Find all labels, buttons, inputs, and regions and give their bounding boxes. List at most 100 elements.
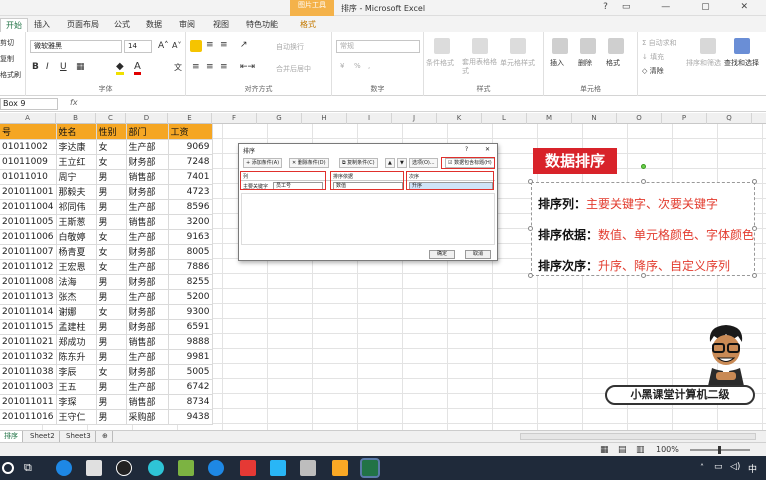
table-cell[interactable]: 01011002 bbox=[0, 139, 57, 155]
table-cell[interactable]: 女 bbox=[96, 304, 127, 320]
table-cell[interactable]: 5005 bbox=[168, 364, 213, 380]
annotation-textbox[interactable]: 排序列：主要关键字、次要关键字 排序依据：数值、单元格颜色、字体颜色 排序次序：… bbox=[531, 182, 755, 276]
search-icon[interactable] bbox=[2, 462, 14, 474]
table-cell[interactable]: 201011007 bbox=[0, 244, 57, 260]
network-app-icon[interactable] bbox=[148, 460, 164, 476]
cancel-button[interactable]: 取消 bbox=[465, 250, 491, 259]
table-cell[interactable]: 王五 bbox=[56, 379, 97, 395]
table-cell[interactable]: 7401 bbox=[168, 169, 213, 185]
table-cell[interactable]: 生产部 bbox=[126, 349, 169, 365]
table-cell[interactable]: 女 bbox=[96, 364, 127, 380]
table-cell[interactable]: 男 bbox=[96, 184, 127, 200]
phonetic-icon[interactable]: 文 bbox=[174, 62, 182, 73]
edge-browser-icon[interactable] bbox=[56, 460, 72, 476]
volume-icon[interactable]: ◁) bbox=[730, 462, 740, 472]
tab-format[interactable]: 格式 bbox=[295, 18, 321, 31]
table-cell[interactable]: 201011016 bbox=[0, 409, 57, 425]
col-header[interactable]: O bbox=[617, 113, 662, 124]
col-header[interactable]: A bbox=[0, 113, 56, 124]
table-cell[interactable]: 男 bbox=[96, 214, 127, 230]
table-cell[interactable]: 财务部 bbox=[126, 154, 169, 170]
table-cell[interactable]: 财务部 bbox=[126, 244, 169, 260]
table-cell[interactable]: 王斯葱 bbox=[56, 214, 97, 230]
align-center-icon[interactable]: ≡ bbox=[206, 62, 214, 72]
col-header[interactable]: C bbox=[96, 113, 126, 124]
table-cell[interactable]: 女 bbox=[96, 259, 127, 275]
table-cell[interactable]: 财务部 bbox=[126, 184, 169, 200]
header-cell[interactable]: 部门 bbox=[126, 124, 169, 140]
table-cell[interactable]: 那毅夫 bbox=[56, 184, 97, 200]
table-cell[interactable]: 财务部 bbox=[126, 319, 169, 335]
table-cell[interactable]: 生产部 bbox=[126, 379, 169, 395]
table-cell[interactable]: 男 bbox=[96, 349, 127, 365]
sheet-tab[interactable]: Sheet2 bbox=[26, 431, 60, 442]
resize-handle[interactable] bbox=[641, 273, 646, 278]
table-cell[interactable]: 生产部 bbox=[126, 259, 169, 275]
find-select-button[interactable]: 查找和选择 bbox=[724, 58, 759, 68]
table-cell[interactable]: 女 bbox=[96, 229, 127, 245]
table-cell[interactable]: 陈东升 bbox=[56, 349, 97, 365]
table-cell[interactable]: 男 bbox=[96, 169, 127, 185]
table-cell[interactable]: 201011012 bbox=[0, 259, 57, 275]
align-top-icon[interactable] bbox=[190, 40, 202, 52]
table-cell[interactable]: 生产部 bbox=[126, 289, 169, 305]
table-cell[interactable]: 法海 bbox=[56, 274, 97, 290]
col-header[interactable]: I bbox=[347, 113, 392, 124]
col-header[interactable]: M bbox=[527, 113, 572, 124]
table-cell[interactable]: 01011009 bbox=[0, 154, 57, 170]
col-header[interactable]: L bbox=[482, 113, 527, 124]
table-cell[interactable]: 9438 bbox=[168, 409, 213, 425]
col-header[interactable]: D bbox=[126, 113, 168, 124]
clear-button[interactable]: ◇ 清除 bbox=[642, 66, 664, 76]
table-cell[interactable]: 5200 bbox=[168, 289, 213, 305]
table-cell[interactable]: 201011008 bbox=[0, 274, 57, 290]
font-name-combo[interactable]: 微软雅黑 bbox=[30, 40, 122, 53]
percent-button[interactable]: % bbox=[354, 62, 361, 70]
table-cell[interactable]: 6742 bbox=[168, 379, 213, 395]
col-header[interactable]: K bbox=[437, 113, 482, 124]
fx-icon[interactable]: fx bbox=[70, 98, 78, 107]
conditional-format-button[interactable]: 条件格式 bbox=[426, 58, 454, 68]
comma-button[interactable]: , bbox=[368, 62, 370, 70]
resize-handle[interactable] bbox=[528, 179, 533, 184]
tray-expand-icon[interactable]: ˄ bbox=[700, 463, 704, 472]
table-cell[interactable]: 6591 bbox=[168, 319, 213, 335]
window-controls[interactable]: ?▭ — ▢ ✕ bbox=[603, 2, 762, 12]
table-cell[interactable]: 201011038 bbox=[0, 364, 57, 380]
table-cell[interactable]: 9888 bbox=[168, 334, 213, 350]
col-header[interactable]: H bbox=[302, 113, 347, 124]
table-cell[interactable]: 男 bbox=[96, 394, 127, 410]
table-cell[interactable]: 男 bbox=[96, 334, 127, 350]
table-cell[interactable]: 201011014 bbox=[0, 304, 57, 320]
table-cell[interactable]: 201011013 bbox=[0, 289, 57, 305]
resize-handle[interactable] bbox=[528, 226, 533, 231]
table-cell[interactable]: 杨青夏 bbox=[56, 244, 97, 260]
border-icon[interactable]: ▦ bbox=[76, 62, 85, 72]
col-header[interactable]: J bbox=[392, 113, 437, 124]
grow-font-icon[interactable]: A˄ bbox=[158, 41, 169, 51]
insert-cells-button[interactable]: 插入 bbox=[550, 58, 564, 68]
header-cell[interactable]: 号 bbox=[0, 124, 57, 140]
table-cell[interactable]: 男 bbox=[96, 274, 127, 290]
zoom-slider-thumb[interactable] bbox=[718, 446, 721, 454]
table-cell[interactable]: 李琛 bbox=[56, 394, 97, 410]
zoom-level[interactable]: 100% bbox=[656, 445, 679, 454]
tab-features[interactable]: 特色功能 bbox=[241, 18, 283, 31]
col-header[interactable]: P bbox=[662, 113, 707, 124]
video-app-icon[interactable] bbox=[332, 460, 348, 476]
align-left-icon[interactable]: ≡ bbox=[192, 62, 200, 72]
underline-button[interactable]: U bbox=[60, 62, 67, 72]
table-cell[interactable]: 8734 bbox=[168, 394, 213, 410]
table-cell[interactable]: 女 bbox=[96, 244, 127, 260]
normal-view-icon[interactable]: ▦ bbox=[600, 445, 609, 455]
table-cell[interactable]: 孟建柱 bbox=[56, 319, 97, 335]
header-cell[interactable]: 姓名 bbox=[56, 124, 97, 140]
close-icon[interactable]: ✕ bbox=[485, 146, 490, 153]
align-right-icon[interactable]: ≡ bbox=[220, 62, 228, 72]
move-up-icon[interactable]: ▲ bbox=[385, 158, 395, 168]
table-cell[interactable]: 男 bbox=[96, 199, 127, 215]
fill-button[interactable]: ↓ 填充 bbox=[642, 52, 664, 62]
table-cell[interactable]: 男 bbox=[96, 289, 127, 305]
table-cell[interactable]: 男 bbox=[96, 379, 127, 395]
table-cell[interactable]: 销售部 bbox=[126, 394, 169, 410]
